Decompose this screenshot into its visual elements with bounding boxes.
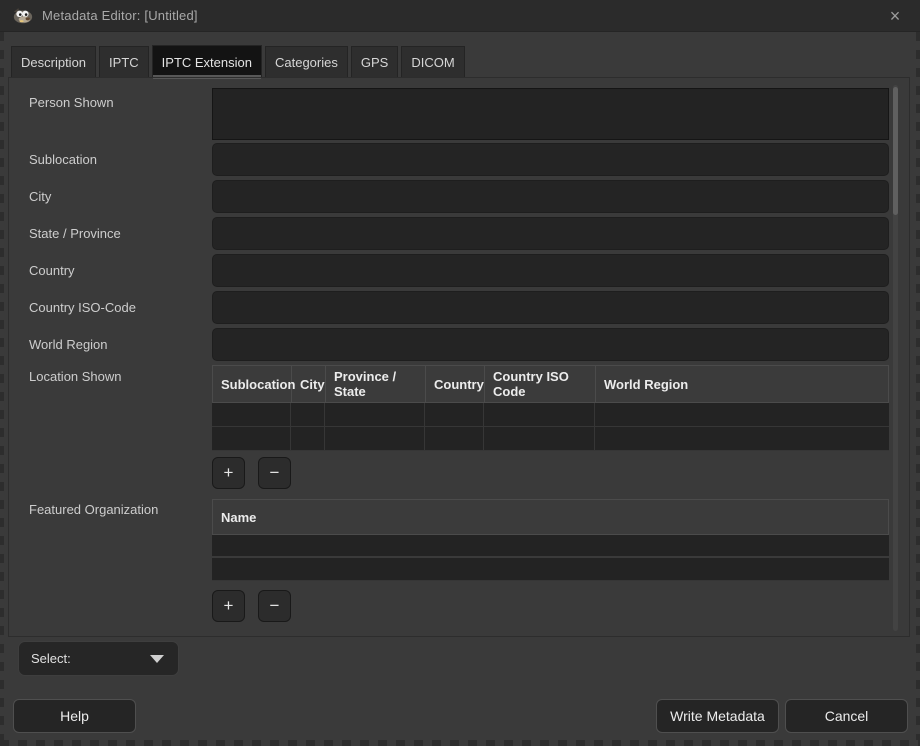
select-dropdown-label: Select: <box>31 651 150 666</box>
city-input[interactable] <box>212 180 889 213</box>
table-row[interactable] <box>212 403 889 427</box>
table-cell[interactable] <box>595 427 889 450</box>
featured-organization-table: Name <box>212 499 889 581</box>
state-province-input[interactable] <box>212 217 889 250</box>
table-cell[interactable] <box>484 403 595 426</box>
table-cell[interactable] <box>212 427 291 450</box>
select-dropdown[interactable]: Select: <box>18 641 179 676</box>
tab-description[interactable]: Description <box>11 46 96 78</box>
chevron-down-icon <box>150 655 164 663</box>
tab-iptc[interactable]: IPTC <box>99 46 149 78</box>
world-region-input[interactable] <box>212 328 889 361</box>
tab-label: Categories <box>275 55 338 70</box>
location-remove-row-button[interactable]: − <box>258 457 291 489</box>
window-resize-border-bottom[interactable] <box>0 740 920 746</box>
column-header-province-state[interactable]: Province / State <box>326 366 426 402</box>
world-region-label: World Region <box>29 337 108 352</box>
table-cell[interactable] <box>325 403 425 426</box>
column-header-sublocation[interactable]: Sublocation <box>213 366 292 402</box>
organization-table-header: Name <box>212 499 889 535</box>
column-header-world-region[interactable]: World Region <box>596 366 888 402</box>
table-cell[interactable] <box>425 403 484 426</box>
tab-label: GPS <box>361 55 388 70</box>
cancel-button[interactable]: Cancel <box>785 699 908 733</box>
country-label: Country <box>29 263 75 278</box>
tab-iptc-extension[interactable]: IPTC Extension <box>152 45 262 78</box>
city-label: City <box>29 189 51 204</box>
tab-label: IPTC <box>109 55 139 70</box>
person-shown-label: Person Shown <box>29 95 114 110</box>
location-shown-table: Sublocation City Province / State Countr… <box>212 365 889 451</box>
tab-label: Description <box>21 55 86 70</box>
window-resize-border-right[interactable] <box>916 32 920 740</box>
metadata-editor-window: Metadata Editor: [Untitled] × Descriptio… <box>0 0 920 746</box>
vertical-scrollbar[interactable] <box>893 85 898 631</box>
tab-strip: Description IPTC IPTC Extension Categori… <box>11 45 465 78</box>
table-cell[interactable] <box>425 427 484 450</box>
table-cell[interactable] <box>484 427 595 450</box>
table-cell[interactable] <box>212 535 889 556</box>
organization-add-row-button[interactable]: + <box>212 590 245 622</box>
featured-organization-label: Featured Organization <box>29 502 158 517</box>
table-cell[interactable] <box>595 403 889 426</box>
table-row[interactable] <box>212 535 889 558</box>
table-cell[interactable] <box>291 403 325 426</box>
titlebar: Metadata Editor: [Untitled] × <box>0 0 920 32</box>
column-header-city[interactable]: City <box>292 366 326 402</box>
location-table-header: Sublocation City Province / State Countr… <box>212 365 889 403</box>
column-header-country-iso-code[interactable]: Country ISO Code <box>485 366 596 402</box>
window-resize-border-left[interactable] <box>0 32 4 740</box>
help-button[interactable]: Help <box>13 699 136 733</box>
window-title: Metadata Editor: [Untitled] <box>42 8 198 23</box>
person-shown-textarea[interactable] <box>212 88 889 140</box>
table-cell[interactable] <box>325 427 425 450</box>
write-metadata-button[interactable]: Write Metadata <box>656 699 779 733</box>
gimp-wilber-icon <box>12 7 34 24</box>
sublocation-label: Sublocation <box>29 152 97 167</box>
country-input[interactable] <box>212 254 889 287</box>
column-header-country[interactable]: Country <box>426 366 485 402</box>
tab-gps[interactable]: GPS <box>351 46 398 78</box>
location-add-row-button[interactable]: + <box>212 457 245 489</box>
table-row[interactable] <box>212 558 889 581</box>
tab-label: DICOM <box>411 55 454 70</box>
close-icon[interactable]: × <box>880 0 910 32</box>
location-shown-label: Location Shown <box>29 369 122 384</box>
column-header-name[interactable]: Name <box>213 500 888 534</box>
state-province-label: State / Province <box>29 226 121 241</box>
country-iso-code-input[interactable] <box>212 291 889 324</box>
tab-label: IPTC Extension <box>162 55 252 70</box>
organization-remove-row-button[interactable]: − <box>258 590 291 622</box>
tab-dicom[interactable]: DICOM <box>401 46 464 78</box>
table-cell[interactable] <box>212 558 889 580</box>
country-iso-code-label: Country ISO-Code <box>29 300 136 315</box>
table-cell[interactable] <box>212 403 291 426</box>
tab-categories[interactable]: Categories <box>265 46 348 78</box>
table-cell[interactable] <box>291 427 325 450</box>
scrollbar-thumb[interactable] <box>893 87 898 215</box>
sublocation-input[interactable] <box>212 143 889 176</box>
table-row[interactable] <box>212 427 889 451</box>
